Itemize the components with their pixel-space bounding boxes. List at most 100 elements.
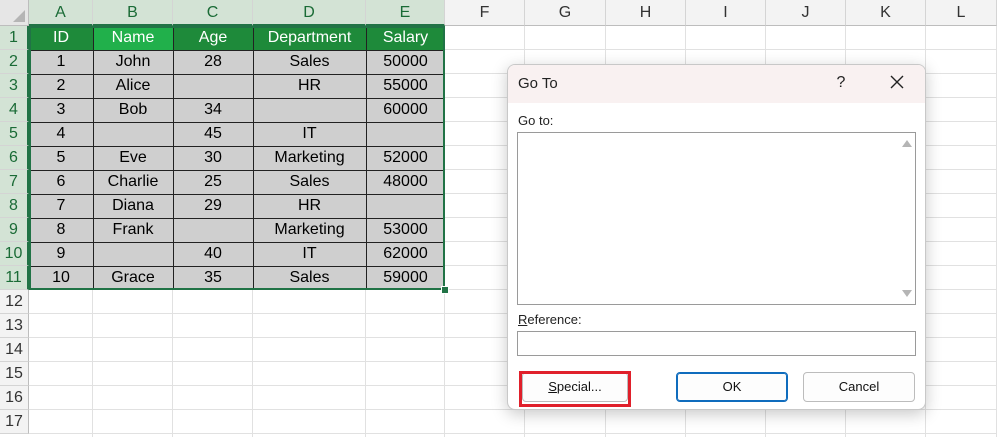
row-header-5[interactable]: 5 <box>0 122 29 146</box>
table-cell[interactable]: 59000 <box>366 266 445 290</box>
table-cell[interactable]: Diana <box>93 194 173 218</box>
table-cell[interactable]: 10 <box>29 266 93 290</box>
goto-list-scrollbar[interactable] <box>898 133 915 304</box>
row-header-11[interactable]: 11 <box>0 266 29 290</box>
table-cell[interactable]: 34 <box>173 98 253 122</box>
table-cell[interactable] <box>366 122 445 146</box>
table-header-cell[interactable]: Name <box>93 26 173 50</box>
table-cell[interactable]: Eve <box>93 146 173 170</box>
table-cell[interactable]: 29 <box>173 194 253 218</box>
table-cell[interactable]: 28 <box>173 50 253 74</box>
table-cell[interactable]: 25 <box>173 170 253 194</box>
table-cell[interactable]: 62000 <box>366 242 445 266</box>
row-header-4[interactable]: 4 <box>0 98 29 122</box>
table-header-cell[interactable]: Salary <box>366 26 445 50</box>
row-header-7[interactable]: 7 <box>0 170 29 194</box>
column-header-k[interactable]: K <box>846 0 926 26</box>
table-cell[interactable]: Frank <box>93 218 173 242</box>
table-cell[interactable]: 9 <box>29 242 93 266</box>
column-header-d[interactable]: D <box>253 0 366 26</box>
table-cell[interactable]: 4 <box>29 122 93 146</box>
table-cell[interactable]: IT <box>253 242 366 266</box>
row-header-8[interactable]: 8 <box>0 194 29 218</box>
help-button[interactable]: ? <box>834 74 848 92</box>
table-cell[interactable]: 6 <box>29 170 93 194</box>
row-header-6[interactable]: 6 <box>0 146 29 170</box>
table-cell[interactable]: Charlie <box>93 170 173 194</box>
table-cell[interactable]: 35 <box>173 266 253 290</box>
table-cell[interactable]: 60000 <box>366 98 445 122</box>
table-cell[interactable]: Bob <box>93 98 173 122</box>
table-cell[interactable] <box>93 122 173 146</box>
table-cell[interactable] <box>253 98 366 122</box>
column-header-i[interactable]: I <box>686 0 766 26</box>
table-cell[interactable] <box>173 218 253 242</box>
table-cell[interactable]: Sales <box>253 50 366 74</box>
table-cell[interactable]: 45 <box>173 122 253 146</box>
table-cell[interactable]: 50000 <box>366 50 445 74</box>
table-cell[interactable]: 52000 <box>366 146 445 170</box>
table-cell[interactable]: 55000 <box>366 74 445 98</box>
cancel-button[interactable]: Cancel <box>803 372 915 402</box>
table-cell[interactable]: 3 <box>29 98 93 122</box>
column-header-l[interactable]: L <box>926 0 997 26</box>
column-header-g[interactable]: G <box>525 0 606 26</box>
dialog-titlebar[interactable]: Go To ? <box>508 65 925 103</box>
row-header-1[interactable]: 1 <box>0 26 29 50</box>
row-header-14[interactable]: 14 <box>0 338 29 362</box>
column-header-c[interactable]: C <box>173 0 253 26</box>
table-cell[interactable]: Marketing <box>253 146 366 170</box>
table-cell[interactable]: HR <box>253 194 366 218</box>
table-cell[interactable]: Grace <box>93 266 173 290</box>
table-cell[interactable] <box>366 194 445 218</box>
row-header-10[interactable]: 10 <box>0 242 29 266</box>
row-header-15[interactable]: 15 <box>0 362 29 386</box>
table-cell[interactable]: HR <box>253 74 366 98</box>
goto-list[interactable] <box>517 132 916 305</box>
row-header-2[interactable]: 2 <box>0 50 29 74</box>
table-cell[interactable]: John <box>93 50 173 74</box>
fill-handle[interactable] <box>441 286 449 294</box>
table-cell[interactable]: 5 <box>29 146 93 170</box>
table-cell[interactable]: Alice <box>93 74 173 98</box>
table-border-vertical <box>253 26 254 290</box>
column-header-h[interactable]: H <box>606 0 686 26</box>
column-header-e[interactable]: E <box>366 0 445 26</box>
table-cell[interactable]: Sales <box>253 170 366 194</box>
scroll-up-icon[interactable] <box>902 140 912 147</box>
table-cell[interactable]: Sales <box>253 266 366 290</box>
row-header-3[interactable]: 3 <box>0 74 29 98</box>
select-all-corner[interactable] <box>0 0 29 26</box>
reference-input[interactable] <box>517 331 916 356</box>
column-header-b[interactable]: B <box>93 0 173 26</box>
close-button[interactable] <box>887 72 907 92</box>
table-cell[interactable]: 48000 <box>366 170 445 194</box>
table-cell[interactable]: 53000 <box>366 218 445 242</box>
table-header-cell[interactable]: Department <box>253 26 366 50</box>
row-header-9[interactable]: 9 <box>0 218 29 242</box>
table-header-cell[interactable]: Age <box>173 26 253 50</box>
column-header-f[interactable]: F <box>445 0 525 26</box>
row-header-17[interactable]: 17 <box>0 410 29 434</box>
table-cell[interactable]: 1 <box>29 50 93 74</box>
table-cell[interactable] <box>173 74 253 98</box>
table-cell[interactable]: 8 <box>29 218 93 242</box>
scroll-down-icon[interactable] <box>902 290 912 297</box>
row-header-13[interactable]: 13 <box>0 314 29 338</box>
table-cell[interactable]: 7 <box>29 194 93 218</box>
row-header-16[interactable]: 16 <box>0 386 29 410</box>
table-cell[interactable]: Marketing <box>253 218 366 242</box>
table-border-horizontal <box>29 146 445 147</box>
table-cell[interactable]: 2 <box>29 74 93 98</box>
column-header-a[interactable]: A <box>29 0 93 26</box>
column-header-j[interactable]: J <box>766 0 846 26</box>
table-cell[interactable]: IT <box>253 122 366 146</box>
table-border-horizontal <box>29 122 445 123</box>
table-header-cell[interactable]: ID <box>29 26 93 50</box>
special-button[interactable]: Special... <box>522 372 628 402</box>
row-header-12[interactable]: 12 <box>0 290 29 314</box>
ok-button[interactable]: OK <box>676 372 788 402</box>
table-cell[interactable] <box>93 242 173 266</box>
table-cell[interactable]: 30 <box>173 146 253 170</box>
table-cell[interactable]: 40 <box>173 242 253 266</box>
